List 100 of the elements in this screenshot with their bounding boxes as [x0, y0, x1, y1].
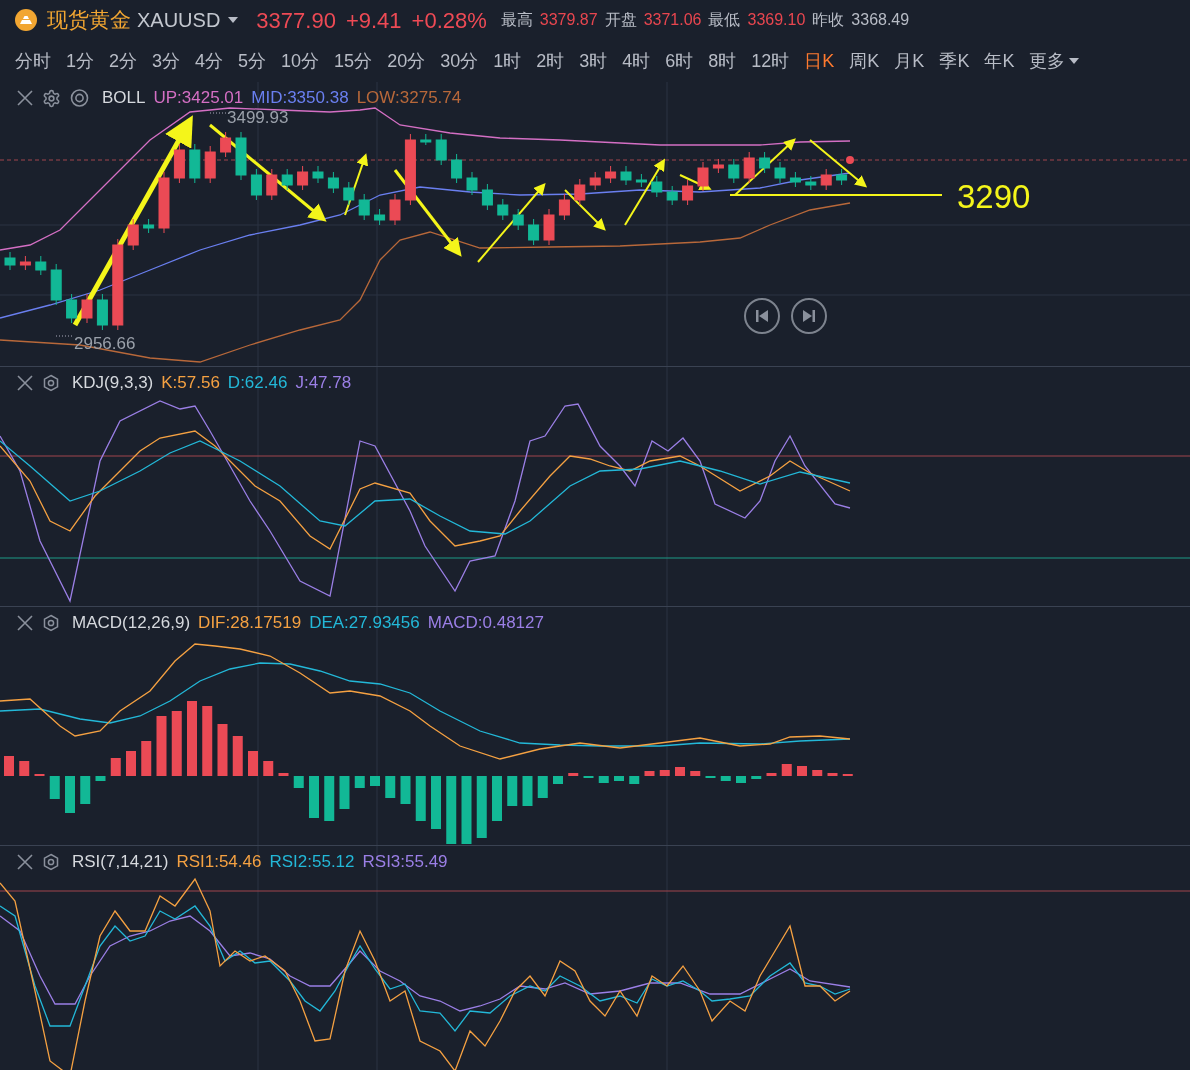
price-change: +9.41 — [345, 6, 402, 35]
timeframe-tab[interactable]: 5分 — [238, 47, 267, 75]
histogram-bar — [522, 776, 533, 806]
candlestick — [50, 263, 62, 306]
stat-value: 3379.87 — [539, 10, 598, 30]
indicator-value: K:57.56 — [161, 373, 220, 393]
indicator-value: RSI2:55.12 — [269, 852, 355, 872]
high-price-label: 3499.93 — [227, 108, 289, 127]
histogram-bar — [156, 716, 167, 776]
histogram-bar — [690, 771, 701, 776]
candlestick — [66, 293, 78, 324]
timeframe-tab[interactable]: 2时 — [536, 47, 565, 75]
close-icon[interactable] — [16, 374, 34, 392]
histogram-bar — [476, 776, 487, 838]
candlestick — [19, 255, 31, 271]
histogram-bar — [598, 776, 609, 783]
candlestick — [281, 168, 293, 191]
histogram-bar — [339, 776, 350, 809]
histogram-bar — [309, 776, 319, 818]
histogram-bar — [110, 758, 121, 776]
timeframe-tab[interactable]: 6时 — [665, 47, 694, 75]
candlestick — [574, 178, 586, 206]
histogram-bar — [400, 776, 411, 804]
candlestick — [250, 168, 262, 201]
candlestick — [312, 165, 324, 184]
histogram-bar — [126, 751, 136, 776]
timeframe-tab[interactable]: 3时 — [579, 47, 608, 75]
timeframe-tab[interactable]: 8时 — [708, 47, 737, 75]
timeframe-tab[interactable]: 3分 — [152, 47, 181, 75]
candlestick — [543, 208, 555, 246]
histogram-bar — [659, 770, 670, 776]
candlestick — [435, 133, 447, 166]
timeframe-tab[interactable]: 分时 — [15, 47, 51, 75]
indicator-value: MID:3350.38 — [251, 88, 349, 108]
timeframe-tab[interactable]: 2分 — [109, 47, 138, 75]
symbol-dropdown[interactable]: XAUUSD — [137, 5, 239, 35]
timeframe-tab[interactable]: 年K — [984, 47, 1015, 75]
candlestick — [189, 143, 201, 184]
current-price-dot — [846, 156, 854, 164]
histogram-bar — [19, 761, 30, 776]
settings-icon[interactable] — [42, 853, 60, 871]
timeframe-tab[interactable]: 1分 — [66, 47, 94, 75]
previous-button[interactable] — [744, 298, 780, 334]
next-button[interactable] — [791, 298, 827, 334]
stat-label: 最高 — [500, 10, 533, 30]
candlestick — [158, 171, 170, 234]
candlestick — [143, 218, 155, 234]
timeframe-tab[interactable]: 周K — [849, 47, 880, 75]
settings-icon[interactable] — [42, 614, 60, 632]
candlestick — [836, 168, 848, 186]
candlestick — [481, 183, 493, 211]
histogram-bar — [431, 776, 441, 829]
timeframe-tab[interactable]: 月K — [894, 47, 925, 75]
timeframe-tab[interactable]: 15分 — [334, 47, 373, 75]
timeframe-tab[interactable]: 4分 — [195, 47, 224, 75]
close-icon[interactable] — [16, 614, 34, 632]
trend-arrow — [564, 189, 606, 231]
stat-value: 3371.06 — [643, 10, 702, 30]
settings-icon[interactable] — [42, 88, 61, 108]
candlestick — [466, 171, 478, 196]
indicator-value: DEA:27.93456 — [309, 613, 420, 633]
settings-icon[interactable] — [42, 374, 60, 392]
timeframe-tab[interactable]: 1时 — [493, 47, 522, 75]
skip-forward-icon — [803, 310, 815, 322]
stat-value: 3368.49 — [851, 10, 910, 30]
histogram-bar — [644, 771, 655, 776]
candlestick — [497, 198, 509, 221]
indicator-value: D:62.46 — [227, 373, 288, 393]
histogram-bar — [614, 776, 624, 781]
indicator-value: UP:3425.01 — [153, 88, 244, 108]
timeframe-tab[interactable]: 12时 — [751, 47, 790, 75]
histogram-bar — [492, 776, 502, 821]
close-icon[interactable] — [16, 853, 34, 871]
percent-change: +0.28% — [411, 6, 487, 35]
histogram-bar — [141, 741, 152, 776]
timeframe-tab[interactable]: 10分 — [281, 47, 320, 75]
coin-icon — [15, 9, 37, 31]
candlestick — [451, 153, 463, 184]
close-icon[interactable] — [16, 89, 34, 107]
timeframe-tab[interactable]: 20分 — [387, 47, 426, 75]
histogram-bar — [202, 706, 213, 776]
indicator-name: MACD(12,26,9) — [72, 613, 191, 633]
histogram-bar — [751, 776, 762, 779]
timeframe-tab[interactable]: 30分 — [440, 47, 479, 75]
candlestick — [173, 143, 185, 184]
candlestick — [389, 193, 401, 226]
histogram-bar — [797, 766, 807, 776]
candlestick — [805, 175, 817, 191]
timeframe-tab[interactable]: 日K — [804, 47, 835, 75]
indicator-name: RSI(7,14,21) — [72, 852, 169, 872]
timeframe-tab[interactable]: 4时 — [622, 47, 651, 75]
timeframe-tab[interactable]: 季K — [939, 47, 970, 75]
histogram-bar — [736, 776, 746, 783]
low-price-label: 2956.66 — [74, 334, 136, 353]
eye-icon[interactable] — [69, 89, 90, 107]
stat-label: 开盘 — [604, 10, 637, 30]
timeframe-tab[interactable]: 更多 — [1029, 47, 1080, 75]
candlestick — [528, 218, 540, 246]
candlestick — [4, 251, 16, 271]
histogram-bar — [370, 776, 380, 786]
